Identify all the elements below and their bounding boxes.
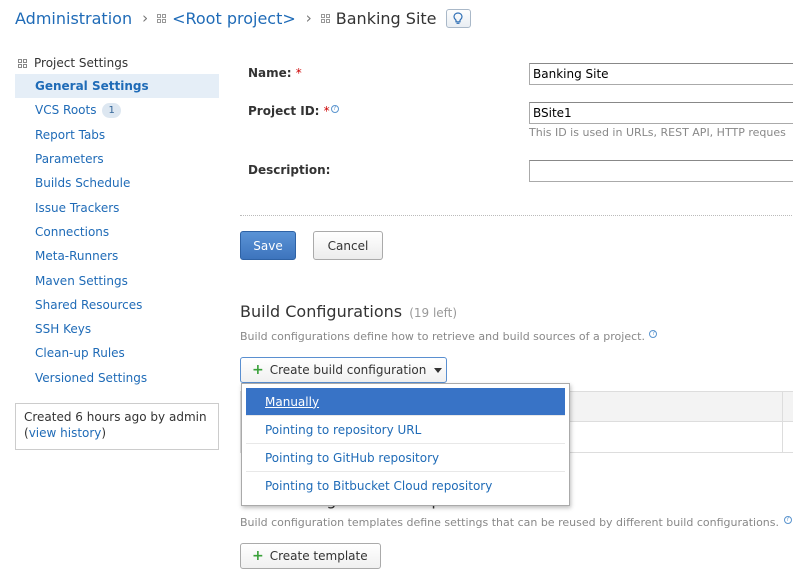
sidebar-item-label: Shared Resources	[35, 297, 143, 312]
history-line: (view history)	[24, 425, 210, 441]
project-id-label-text: Project ID:	[248, 104, 320, 118]
sidebar-item-clean-up-rules[interactable]: Clean-up Rules	[15, 341, 219, 365]
sidebar-item-shared-resources[interactable]: Shared Resources	[15, 293, 219, 317]
sidebar-item-label: Maven Settings	[35, 273, 128, 288]
required-mark: *	[323, 104, 330, 118]
sidebar-item-parameters[interactable]: Parameters	[15, 147, 219, 171]
sidebar-item-label: Builds Schedule	[35, 176, 131, 191]
breadcrumb-administration-link[interactable]: Administration	[15, 9, 132, 28]
save-button[interactable]: Save	[240, 231, 296, 260]
help-icon[interactable]: ?	[649, 330, 658, 338]
required-mark: *	[295, 66, 302, 80]
sidebar-item-maven-settings[interactable]: Maven Settings	[15, 268, 219, 292]
sidebar-item-label: Clean-up Rules	[35, 346, 125, 361]
paren-close: )	[101, 426, 107, 440]
cancel-button[interactable]: Cancel	[313, 231, 383, 260]
breadcrumb-separator-icon: ›	[142, 9, 149, 27]
name-label: Name: *	[248, 66, 302, 80]
sidebar-item-meta-runners[interactable]: Meta-Runners	[15, 244, 219, 268]
dropdown-item-repository-url[interactable]: Pointing to repository URL	[246, 416, 565, 444]
sidebar-item-builds-schedule[interactable]: Builds Schedule	[15, 171, 219, 195]
sidebar-item-label: Parameters	[35, 152, 104, 167]
sidebar-item-vcs-roots[interactable]: VCS Roots 1	[15, 98, 219, 122]
breadcrumb-root-project-link[interactable]: <Root project>	[172, 9, 296, 28]
sidebar-item-label: SSH Keys	[35, 322, 92, 337]
templates-description-text: Build configuration templates define set…	[240, 516, 780, 529]
sidebar-item-connections[interactable]: Connections	[15, 220, 219, 244]
lightbulb-button[interactable]	[445, 8, 471, 28]
breadcrumb-current-project: Banking Site	[335, 8, 437, 28]
sidebar-header-label: Project Settings	[34, 56, 129, 70]
build-configurations-count: (19 left)	[409, 306, 458, 320]
description-input[interactable]	[529, 160, 793, 182]
sidebar-item-ssh-keys[interactable]: SSH Keys	[15, 317, 219, 341]
sidebar-item-label: Meta-Runners	[35, 249, 119, 264]
create-build-configuration-dropdown: Manually Pointing to repository URL Poin…	[241, 383, 570, 506]
project-id-label: Project ID: *?	[248, 104, 339, 118]
sidebar-item-report-tabs[interactable]: Report Tabs	[15, 123, 219, 147]
name-label-text: Name:	[248, 66, 292, 80]
help-icon[interactable]: ?	[330, 105, 339, 113]
lightbulb-icon	[453, 11, 463, 24]
caret-down-icon	[434, 367, 443, 373]
sidebar-item-versioned-settings[interactable]: Versioned Settings	[15, 366, 219, 390]
dropdown-item-manually[interactable]: Manually	[246, 388, 565, 416]
description-label: Description:	[248, 163, 331, 177]
breadcrumb: Administration › <Root project> › Bankin…	[15, 6, 471, 30]
create-build-configuration-button[interactable]: + Create build configuration	[240, 357, 447, 383]
breadcrumb-separator-icon: ›	[305, 9, 312, 27]
form-divider	[240, 215, 793, 216]
project-id-input[interactable]	[529, 102, 793, 124]
sidebar-item-general-settings[interactable]: General Settings	[15, 74, 219, 99]
project-info-box: Created 6 hours ago by admin (view histo…	[15, 403, 219, 450]
sidebar-item-issue-trackers[interactable]: Issue Trackers	[15, 195, 219, 219]
templates-description: Build configuration templates define set…	[240, 516, 792, 529]
vcs-roots-count-badge: 1	[102, 102, 121, 118]
build-configurations-description-text: Build configurations define how to retri…	[240, 330, 645, 343]
create-template-label: Create template	[269, 549, 368, 563]
plus-icon: +	[252, 548, 264, 564]
project-id-note: This ID is used in URLs, REST API, HTTP …	[529, 126, 786, 139]
sidebar: Project Settings General Settings VCS Ro…	[15, 52, 219, 390]
create-build-configuration-label: Create build configuration	[269, 363, 427, 377]
sidebar-item-label: General Settings	[35, 79, 149, 94]
build-configurations-title-text: Build Configurations	[240, 302, 403, 321]
project-icon	[320, 13, 330, 23]
sidebar-item-label: Report Tabs	[35, 127, 106, 142]
sidebar-item-label: Connections	[35, 224, 110, 239]
build-configurations-title: Build Configurations (19 left)	[240, 302, 457, 321]
view-history-link[interactable]: view history	[29, 426, 102, 440]
plus-icon: +	[252, 362, 264, 378]
table-column-divider	[782, 392, 783, 452]
project-icon	[157, 13, 167, 23]
help-icon[interactable]: ?	[783, 516, 792, 524]
create-template-button[interactable]: + Create template	[240, 543, 381, 569]
project-settings-icon	[18, 58, 27, 68]
sidebar-header: Project Settings	[15, 52, 219, 74]
sidebar-item-label: Versioned Settings	[35, 370, 148, 385]
sidebar-item-label: VCS Roots	[35, 103, 97, 118]
name-input[interactable]	[529, 63, 793, 85]
dropdown-item-github[interactable]: Pointing to GitHub repository	[246, 444, 565, 472]
build-configurations-description: Build configurations define how to retri…	[240, 330, 658, 343]
created-info-text: Created 6 hours ago by admin	[24, 410, 207, 424]
dropdown-item-bitbucket[interactable]: Pointing to Bitbucket Cloud repository	[246, 472, 565, 500]
sidebar-item-label: Issue Trackers	[35, 200, 120, 215]
